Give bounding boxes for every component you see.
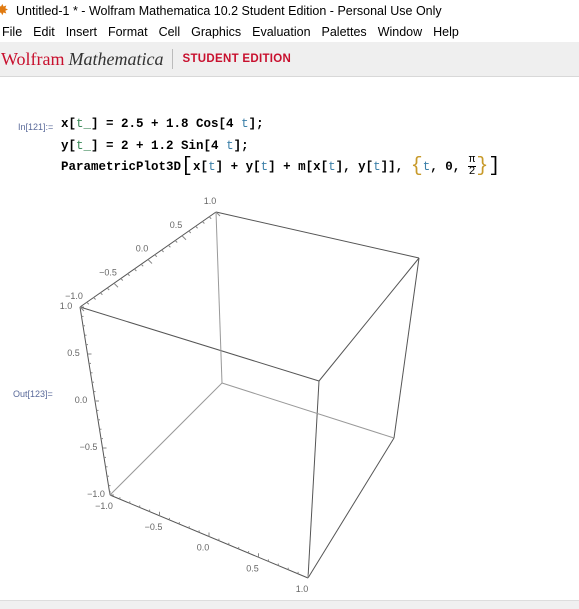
y-axis-tick bbox=[161, 249, 164, 253]
y-axis-tick bbox=[127, 273, 130, 277]
z-axis-tick-label: 1.0 bbox=[60, 301, 73, 311]
y-axis-tick bbox=[134, 268, 137, 272]
y-axis-tick bbox=[208, 216, 212, 220]
y-axis-tick bbox=[106, 287, 110, 291]
box-edge bbox=[221, 382, 395, 439]
x-axis-tick-label: 0.0 bbox=[197, 543, 210, 553]
box-edge bbox=[215, 211, 420, 259]
x-axis-tick-label: −0.5 bbox=[145, 522, 163, 532]
y-axis-tick bbox=[86, 301, 90, 305]
y-axis-tick bbox=[120, 278, 124, 281]
y-axis-tick bbox=[154, 254, 158, 258]
y-axis-tick bbox=[93, 297, 96, 300]
z-axis-tick-label: 0.0 bbox=[75, 395, 88, 405]
box-edge bbox=[109, 382, 223, 496]
y-axis-tick bbox=[202, 221, 205, 224]
y-axis-tick bbox=[188, 230, 192, 234]
z-axis-tick-label: −0.5 bbox=[80, 442, 98, 452]
y-axis-tick bbox=[113, 282, 119, 288]
box-edge bbox=[393, 257, 420, 439]
box-edge bbox=[79, 306, 320, 382]
y-axis-tick bbox=[147, 259, 153, 264]
x-axis-tick-label: 1.0 bbox=[296, 584, 309, 594]
x-axis-tick-label: −1.0 bbox=[95, 501, 113, 511]
y-axis-tick bbox=[100, 292, 103, 296]
box-edge bbox=[215, 211, 223, 384]
z-axis-tick-label: −1.0 bbox=[87, 489, 105, 499]
y-axis-tick-label: 1.0 bbox=[204, 196, 217, 206]
z-axis-tick-label: 0.5 bbox=[67, 348, 80, 358]
y-axis-tick bbox=[140, 263, 144, 267]
y-axis-tick-label: −0.5 bbox=[99, 267, 117, 277]
y-axis-tick bbox=[181, 235, 187, 241]
x-axis-tick-label: 0.5 bbox=[246, 563, 259, 573]
parametric-plot-3d[interactable]: −1.0−0.50.00.51.0−1.0−0.50.00.51.0−1.0−0… bbox=[0, 0, 579, 608]
y-axis-tick bbox=[195, 225, 198, 229]
y-axis-tick bbox=[168, 244, 171, 248]
y-axis-tick-label: −1.0 bbox=[65, 291, 83, 301]
y-axis-tick bbox=[174, 240, 178, 243]
y-axis-tick-label: 0.0 bbox=[136, 244, 149, 254]
y-axis-tick-label: 0.5 bbox=[170, 220, 183, 230]
box-edge bbox=[307, 437, 395, 579]
